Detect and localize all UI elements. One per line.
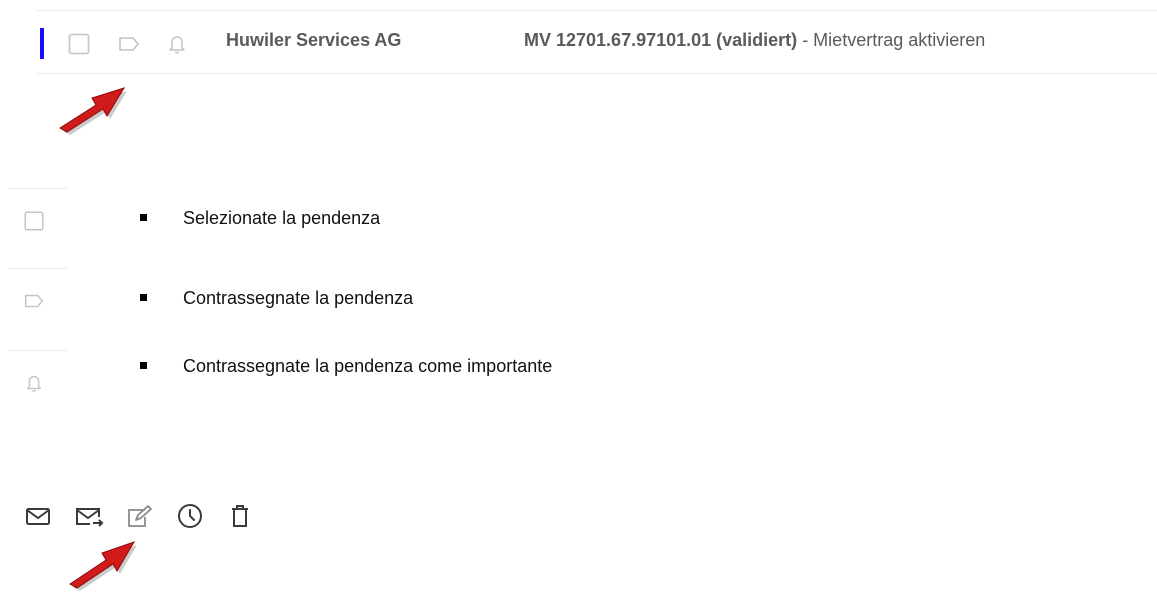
legend-bell <box>8 350 68 415</box>
clock-icon[interactable] <box>174 498 208 534</box>
task-subject-id: MV 12701.67.97101.01 (validiert) <box>524 30 798 50</box>
bullet-mark <box>140 214 147 221</box>
legend-tag <box>8 268 68 333</box>
task-accent-bar <box>40 28 44 59</box>
annotation-arrow-icon <box>50 78 134 138</box>
task-row[interactable]: Huwiler Services AG MV 12701.67.97101.01… <box>36 10 1157 74</box>
bell-icon <box>26 375 42 392</box>
checkbox-icon <box>24 211 44 231</box>
task-subject-text: - Mietvertrag aktivieren <box>797 30 986 50</box>
edit-icon[interactable] <box>122 498 156 534</box>
annotation-arrow-icon <box>60 532 144 594</box>
trash-icon[interactable] <box>224 498 258 534</box>
tag-icon[interactable] <box>116 31 142 57</box>
task-sender[interactable]: Huwiler Services AG <box>226 30 401 51</box>
select-checkbox-icon[interactable] <box>66 31 92 57</box>
bullet-mark <box>140 294 147 301</box>
bullet-mark <box>140 362 147 369</box>
legend-text: Contrassegnate la pendenza <box>183 288 414 308</box>
legend-text: Contrassegnate la pendenza come importan… <box>183 356 553 376</box>
legend-text: Selezionate la pendenza <box>183 208 381 228</box>
task-subject[interactable]: MV 12701.67.97101.01 (validiert) - Mietv… <box>524 30 985 51</box>
bell-icon[interactable] <box>164 31 190 57</box>
mail-icon[interactable] <box>22 498 56 534</box>
legend-checkbox <box>8 188 68 253</box>
tag-icon <box>24 294 44 308</box>
mail-forward-icon[interactable] <box>72 498 106 534</box>
